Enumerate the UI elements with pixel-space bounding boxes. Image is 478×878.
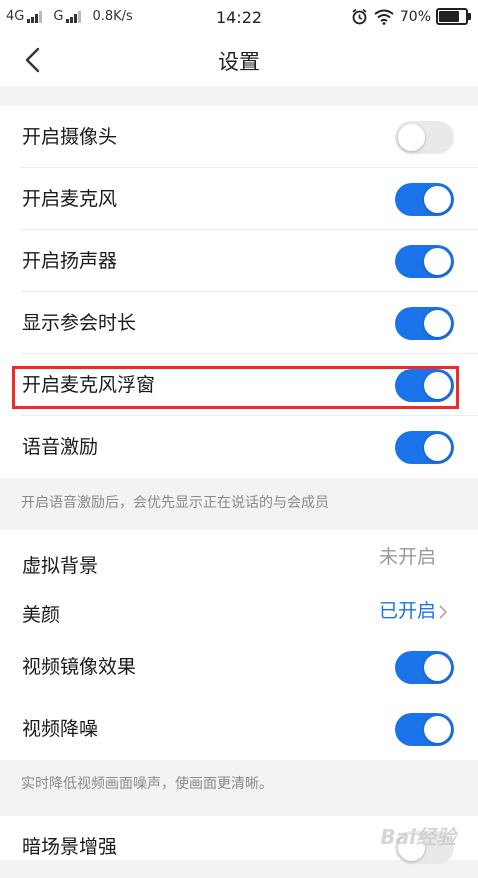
toggle-knob	[398, 124, 425, 151]
toggle-knob	[424, 310, 451, 337]
setting-label: 语音激励	[22, 436, 99, 458]
virtual-bg-value: 未开启	[378, 546, 436, 568]
mic-toggle[interactable]	[395, 183, 454, 216]
setting-label: 显示参会时长	[22, 312, 137, 334]
settings-group-av: 开启摄像头 开启麦克风 开启扬声器 显示参会时长 开启麦克风浮窗 语音激励	[0, 106, 478, 478]
wifi-icon	[374, 9, 394, 25]
setting-row-mirror: 视频镜像效果	[0, 636, 478, 698]
system-status: 70%	[351, 8, 471, 25]
setting-row-voice-incentive: 语音激励	[0, 416, 478, 478]
nav-bar: 设置	[0, 34, 478, 86]
mirror-toggle[interactable]	[395, 651, 454, 684]
toggle-knob	[424, 434, 451, 461]
toggle-knob	[424, 716, 451, 743]
toggle-knob	[424, 654, 451, 681]
alarm-icon	[352, 8, 367, 25]
settings-group-video: 虚拟背景 未开启 美颜 已开启 视频镜像效果 视频降噪	[0, 530, 478, 760]
toggle-knob	[424, 248, 451, 275]
battery-percent: 70%	[399, 8, 431, 25]
setting-row-duration: 显示参会时长	[0, 292, 478, 354]
setting-row-beauty[interactable]: 美颜 已开启	[0, 582, 478, 634]
setting-row-speaker: 开启扬声器	[0, 230, 478, 292]
setting-label: 视频镜像效果	[22, 656, 137, 678]
beauty-value: 已开启	[378, 600, 436, 622]
camera-toggle[interactable]	[395, 121, 454, 154]
setting-row-virtual-bg[interactable]: 虚拟背景 未开启	[0, 530, 478, 582]
setting-row-denoise: 视频降噪	[0, 698, 478, 760]
page-title: 设置	[218, 50, 260, 74]
chevron-right-icon	[439, 605, 448, 619]
voice-incentive-toggle[interactable]	[395, 431, 454, 464]
status-bar: 4G G 0.8K/s 14:22 70%	[0, 0, 478, 34]
setting-label: 开启扬声器	[22, 250, 118, 272]
speaker-toggle[interactable]	[395, 245, 454, 278]
setting-label: 开启摄像头	[22, 126, 118, 148]
voice-incentive-hint: 开启语音激励后，会优先显示正在说话的与会成员	[21, 495, 329, 511]
setting-row-camera: 开启摄像头	[0, 106, 478, 168]
denoise-hint: 实时降低视频画面噪声，使画面更清晰。	[21, 776, 273, 792]
highlight-box	[12, 366, 459, 409]
setting-row-mic: 开启麦克风	[0, 168, 478, 230]
battery-icon	[436, 8, 471, 25]
setting-label: 开启麦克风	[22, 188, 118, 210]
toggle-knob	[424, 186, 451, 213]
watermark: Bai经验	[380, 825, 456, 849]
duration-toggle[interactable]	[395, 307, 454, 340]
denoise-toggle[interactable]	[395, 713, 454, 746]
setting-label: 视频降噪	[22, 718, 99, 740]
setting-label: 暗场景增强	[22, 836, 118, 858]
